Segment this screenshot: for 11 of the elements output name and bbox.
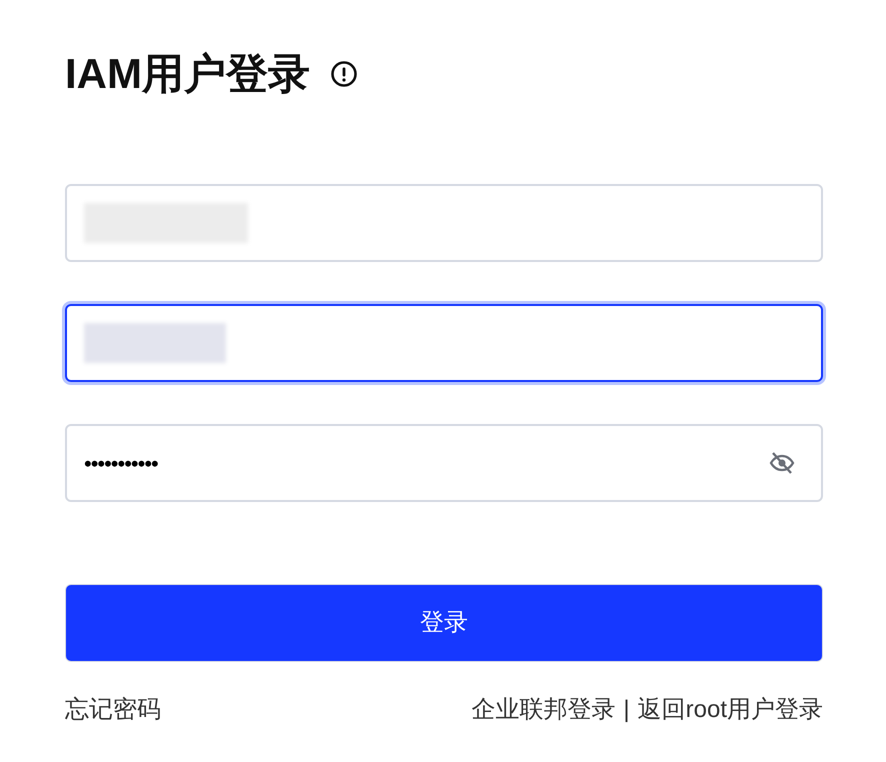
password-field[interactable]: •••••••••••	[65, 424, 823, 502]
login-option-link[interactable]: 返回root用户登录	[638, 692, 823, 728]
forgot-password-link[interactable]: 忘记密码	[65, 692, 161, 728]
login-button[interactable]: 登录	[65, 584, 823, 662]
input-field[interactable]	[65, 304, 823, 382]
password-value: •••••••••••	[84, 450, 159, 478]
link-separator: |	[623, 695, 630, 725]
info-icon[interactable]	[330, 60, 358, 88]
login-option-link[interactable]: 企业联邦登录	[471, 692, 616, 728]
page-title: IAM用户登录	[65, 53, 310, 95]
eye-slash-icon[interactable]	[769, 450, 795, 476]
